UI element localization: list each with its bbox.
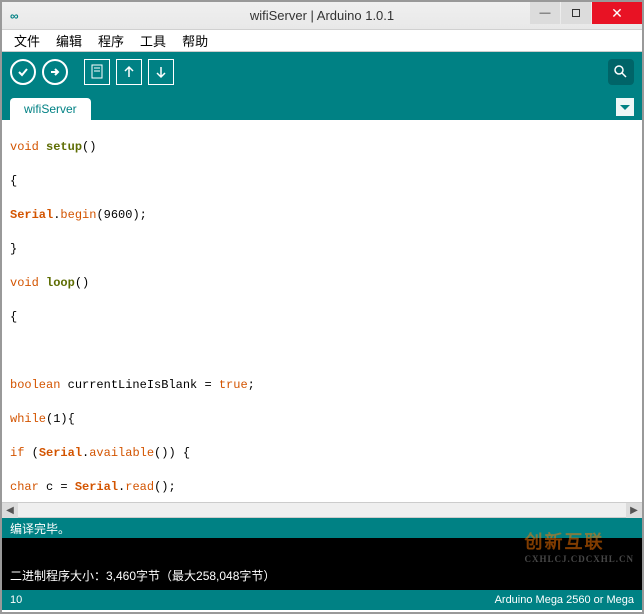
code-text: () — [82, 140, 96, 154]
code-text: { — [10, 173, 634, 190]
arduino-logo-icon: ∞ — [10, 9, 17, 23]
function-setup: setup — [46, 140, 82, 154]
scroll-right-button[interactable] — [626, 503, 642, 518]
tab-wifiserver[interactable]: wifiServer — [10, 98, 91, 120]
class-serial: Serial — [39, 446, 82, 460]
code-text: () — [75, 276, 89, 290]
tab-dropdown-button[interactable] — [616, 98, 634, 116]
upload-button[interactable] — [42, 59, 68, 85]
code-text: } — [10, 241, 634, 258]
menubar: 文件 编辑 程序 工具 帮助 — [2, 30, 642, 52]
close-button[interactable] — [592, 2, 642, 24]
keyword-char: char — [10, 480, 39, 494]
status-bar: 编译完毕。 — [2, 518, 642, 538]
code-text: currentLineIsBlank = — [60, 378, 218, 392]
code-text: c = — [39, 480, 75, 494]
keyword-void: void — [10, 276, 39, 290]
verify-button[interactable] — [10, 59, 36, 85]
arrow-down-icon — [154, 64, 168, 80]
serial-monitor-button[interactable] — [608, 59, 634, 85]
console-text: 二进制程序大小：3,460字节（最大258,048字节） — [10, 567, 275, 584]
code-text: (); — [154, 480, 176, 494]
menu-tools[interactable]: 工具 — [132, 29, 174, 52]
keyword-while: while — [10, 412, 46, 426]
code-text: ( — [24, 446, 38, 460]
arrow-right-icon — [49, 66, 61, 78]
menu-help[interactable]: 帮助 — [174, 29, 216, 52]
line-number: 10 — [10, 594, 22, 606]
code-text: ()) { — [154, 446, 190, 460]
method-begin: begin — [60, 208, 96, 222]
menu-edit[interactable]: 编辑 — [48, 29, 90, 52]
code-text: (9600); — [96, 208, 146, 222]
open-button[interactable] — [116, 59, 142, 85]
scroll-left-button[interactable] — [2, 503, 18, 518]
toolbar — [2, 52, 642, 92]
code-text: { — [10, 309, 634, 326]
method-available: available — [89, 446, 154, 460]
minimize-button[interactable] — [530, 2, 560, 24]
window-controls — [529, 2, 642, 24]
titlebar: ∞ wifiServer | Arduino 1.0.1 — [2, 2, 642, 30]
keyword-boolean: boolean — [10, 378, 60, 392]
code-editor[interactable]: void setup() { Serial.begin(9600); } voi… — [2, 120, 642, 502]
arrow-up-icon — [122, 64, 136, 80]
code-text: (1){ — [46, 412, 75, 426]
status-text: 编译完毕。 — [10, 520, 70, 537]
class-serial: Serial — [75, 480, 118, 494]
code-text: ; — [248, 378, 255, 392]
board-name: Arduino Mega 2560 or Mega — [495, 594, 634, 606]
footer-bar: 10 Arduino Mega 2560 or Mega — [2, 590, 642, 610]
function-loop: loop — [46, 276, 75, 290]
tabbar: wifiServer — [2, 92, 642, 120]
menu-file[interactable]: 文件 — [6, 29, 48, 52]
horizontal-scrollbar[interactable] — [2, 502, 642, 518]
serial-monitor-icon — [613, 64, 629, 80]
new-file-icon — [90, 64, 104, 80]
console-output: 二进制程序大小：3,460字节（最大258,048字节） — [2, 538, 642, 590]
app-window: ∞ wifiServer | Arduino 1.0.1 文件 编辑 程序 工具… — [0, 0, 644, 614]
class-serial: Serial — [10, 208, 53, 222]
keyword-true: true — [219, 378, 248, 392]
keyword-void: void — [10, 140, 39, 154]
checkmark-icon — [17, 66, 29, 78]
keyword-if: if — [10, 446, 24, 460]
save-button[interactable] — [148, 59, 174, 85]
new-button[interactable] — [84, 59, 110, 85]
method-read: read — [125, 480, 154, 494]
maximize-button[interactable] — [561, 2, 591, 24]
menu-sketch[interactable]: 程序 — [90, 29, 132, 52]
